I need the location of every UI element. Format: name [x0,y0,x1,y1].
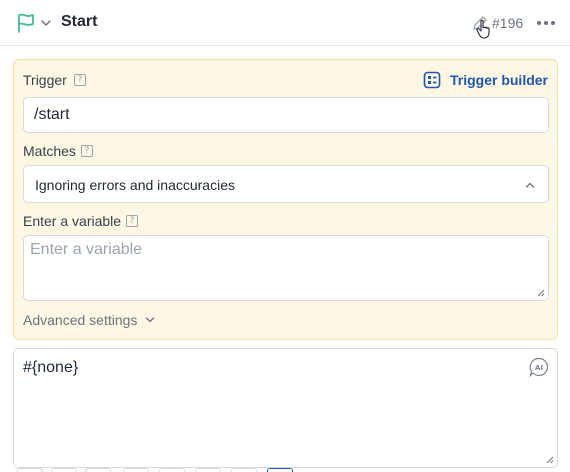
trigger-builder-link[interactable]: Trigger builder [423,71,548,89]
node-header: Start #196 [0,0,570,46]
ai-assistant-icon[interactable]: AI [529,357,549,377]
toolbar-button[interactable] [85,468,111,472]
pointer-cursor-icon [476,19,490,39]
matches-select[interactable]: Ignoring errors and inaccuracies [23,165,549,203]
variable-help-icon[interactable]: ? [126,215,138,227]
matches-label: Matches [23,143,76,159]
matches-help-icon[interactable]: ? [81,145,93,157]
toolbar-button[interactable] [17,468,43,472]
trigger-label: Trigger [23,72,67,88]
more-icon[interactable] [536,20,556,26]
bottom-toolbar-strip [13,468,313,472]
toolbar-button[interactable] [159,468,185,472]
advanced-settings-label: Advanced settings [23,312,138,328]
list-icon [423,71,441,89]
toolbar-button[interactable] [123,468,149,472]
chevron-up-icon [525,182,535,188]
advanced-settings-toggle[interactable]: Advanced settings [23,312,155,328]
node-title[interactable]: Start [61,13,97,31]
toolbar-button-active[interactable] [267,468,293,472]
ai-label: AI [535,364,543,372]
toolbar-button[interactable] [195,468,221,472]
trigger-panel: Trigger ? Trigger builder Matches ? Igno… [13,59,558,340]
chevron-down-icon[interactable] [40,17,52,29]
trigger-help-icon[interactable]: ? [74,74,86,86]
node-id: #196 [492,15,524,31]
trigger-input[interactable] [23,97,549,133]
toolbar-button[interactable] [231,468,257,472]
chevron-down-icon [146,317,155,323]
matches-select-value: Ignoring errors and inaccuracies [35,177,235,193]
message-textarea[interactable]: #{none} AI [13,348,558,468]
trigger-builder-label: Trigger builder [449,72,548,88]
flag-icon[interactable] [15,12,37,34]
resize-grip-icon[interactable] [537,289,545,297]
variable-label: Enter a variable [23,213,122,229]
variable-textarea[interactable] [23,235,549,301]
resize-grip-icon[interactable] [546,456,554,464]
toolbar-button[interactable] [51,468,77,472]
message-text: #{none} [23,359,79,376]
